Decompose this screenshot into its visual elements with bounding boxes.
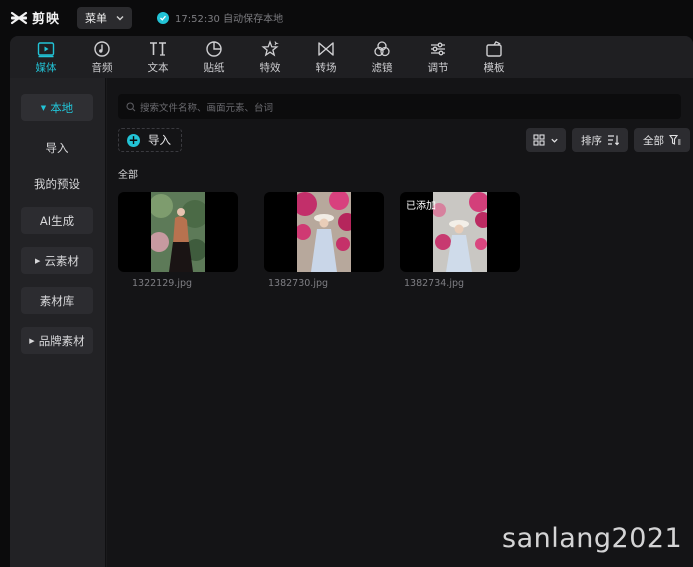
tab-media[interactable]: 媒体 [18, 36, 74, 78]
grid-view-icon [533, 134, 545, 146]
media-content: 搜索文件名称、画面元素、台词 + 导入 排序 全部 全部 1322129.jpg… [107, 78, 693, 567]
import-button[interactable]: + 导入 [118, 128, 182, 152]
media-filename: 1322129.jpg [132, 278, 193, 289]
media-filename: 1382734.jpg [404, 278, 465, 289]
sort-icon [608, 135, 619, 146]
sidebar-item-cloud[interactable]: ▶ 云素材 [21, 247, 93, 274]
search-placeholder: 搜索文件名称、画面元素、台词 [140, 102, 274, 114]
tab-filter[interactable]: 滤镜 [354, 36, 410, 78]
app-name: 剪映 [32, 12, 61, 27]
media-panel: 媒体 音频 文本 贴纸 特效 转场 滤镜 调节 模板 ▼ 本地 导入 我的预设 … [10, 36, 693, 567]
sidebar-item-local[interactable]: ▼ 本地 [21, 94, 93, 121]
caret-down-icon: ▼ [40, 103, 47, 112]
media-icon [37, 41, 55, 57]
sidebar-item-label: 云素材 [44, 253, 79, 268]
section-all-label: 全部 [118, 170, 138, 181]
audio-icon [94, 40, 110, 57]
capcut-logo-icon [10, 11, 28, 24]
tab-sticker[interactable]: 贴纸 [186, 36, 242, 78]
tab-transition[interactable]: 转场 [298, 36, 354, 78]
tab-template[interactable]: 模板 [466, 36, 522, 78]
sidebar-item-library[interactable]: 素材库 [21, 287, 93, 314]
caret-right-icon: ▶ [29, 336, 35, 345]
text-icon [150, 41, 166, 56]
photo-thumbnail [297, 192, 351, 272]
tab-label: 贴纸 [203, 61, 225, 74]
chevron-down-icon [551, 138, 558, 143]
check-icon [157, 11, 169, 24]
autosave-status: 17:52:30 自动保存本地 [157, 10, 283, 25]
sidebar-item-ai-generate[interactable]: AI生成 [21, 207, 93, 234]
sidebar-item-label: 导入 [45, 140, 69, 155]
tab-label: 模板 [483, 61, 505, 74]
filter-label: 全部 [643, 134, 664, 147]
title-bar: 剪映 菜单 17:52:30 自动保存本地 [0, 0, 693, 36]
tab-label: 转场 [315, 61, 337, 74]
media-item-2[interactable] [264, 192, 384, 272]
tab-label: 特效 [259, 61, 281, 74]
filter-button[interactable]: 全部 [634, 128, 690, 152]
sidebar-item-label: 本地 [50, 100, 74, 115]
sidebar-item-label: 品牌素材 [38, 333, 85, 348]
media-sidebar: ▼ 本地 导入 我的预设 AI生成 ▶ 云素材 素材库 ▶ 品牌素材 [10, 78, 106, 567]
tab-label: 文本 [147, 61, 169, 74]
tab-adjust[interactable]: 调节 [410, 36, 466, 78]
tab-audio[interactable]: 音频 [74, 36, 130, 78]
tab-label: 音频 [91, 61, 113, 74]
tab-label: 滤镜 [371, 61, 393, 74]
filter-icon [374, 40, 390, 56]
search-icon [126, 101, 136, 111]
template-icon [486, 40, 502, 57]
sidebar-item-label: AI生成 [39, 213, 75, 228]
sort-label: 排序 [581, 134, 602, 147]
menu-button[interactable]: 菜单 [77, 7, 132, 29]
menu-label: 菜单 [85, 12, 107, 25]
feature-tabs: 媒体 音频 文本 贴纸 特效 转场 滤镜 调节 模板 [10, 36, 693, 78]
view-mode-button[interactable] [526, 128, 566, 152]
tab-label: 调节 [427, 61, 449, 74]
chevron-down-icon [116, 16, 124, 21]
plus-icon: + [127, 133, 140, 147]
caret-right-icon: ▶ [35, 256, 41, 265]
import-label: 导入 [148, 133, 171, 147]
sidebar-item-label: 素材库 [39, 293, 75, 308]
funnel-icon [669, 134, 681, 145]
photo-thumbnail [433, 192, 487, 272]
tab-effects[interactable]: 特效 [242, 36, 298, 78]
transition-icon [318, 41, 334, 56]
sidebar-item-brand[interactable]: ▶ 品牌素材 [21, 327, 93, 354]
sidebar-item-my-presets[interactable]: 我的预设 [21, 170, 93, 197]
tab-text[interactable]: 文本 [130, 36, 186, 78]
search-input[interactable]: 搜索文件名称、画面元素、台词 [118, 94, 681, 119]
sidebar-item-label: 我的预设 [34, 176, 80, 191]
sticker-icon [206, 40, 222, 57]
watermark-text: sanlang2021 [502, 523, 683, 554]
sidebar-item-import[interactable]: 导入 [21, 134, 93, 161]
autosave-text: 17:52:30 自动保存本地 [175, 14, 284, 25]
media-filename: 1382730.jpg [268, 278, 329, 289]
effects-icon [261, 39, 279, 56]
added-badge: 已添加 [406, 201, 436, 212]
tab-label: 媒体 [35, 61, 57, 74]
photo-thumbnail [151, 192, 205, 272]
media-item-1[interactable] [118, 192, 238, 272]
media-item-3[interactable]: 已添加 [400, 192, 520, 272]
adjust-icon [431, 42, 445, 55]
sort-button[interactable]: 排序 [572, 128, 628, 152]
app-logo: 剪映 [10, 8, 60, 27]
